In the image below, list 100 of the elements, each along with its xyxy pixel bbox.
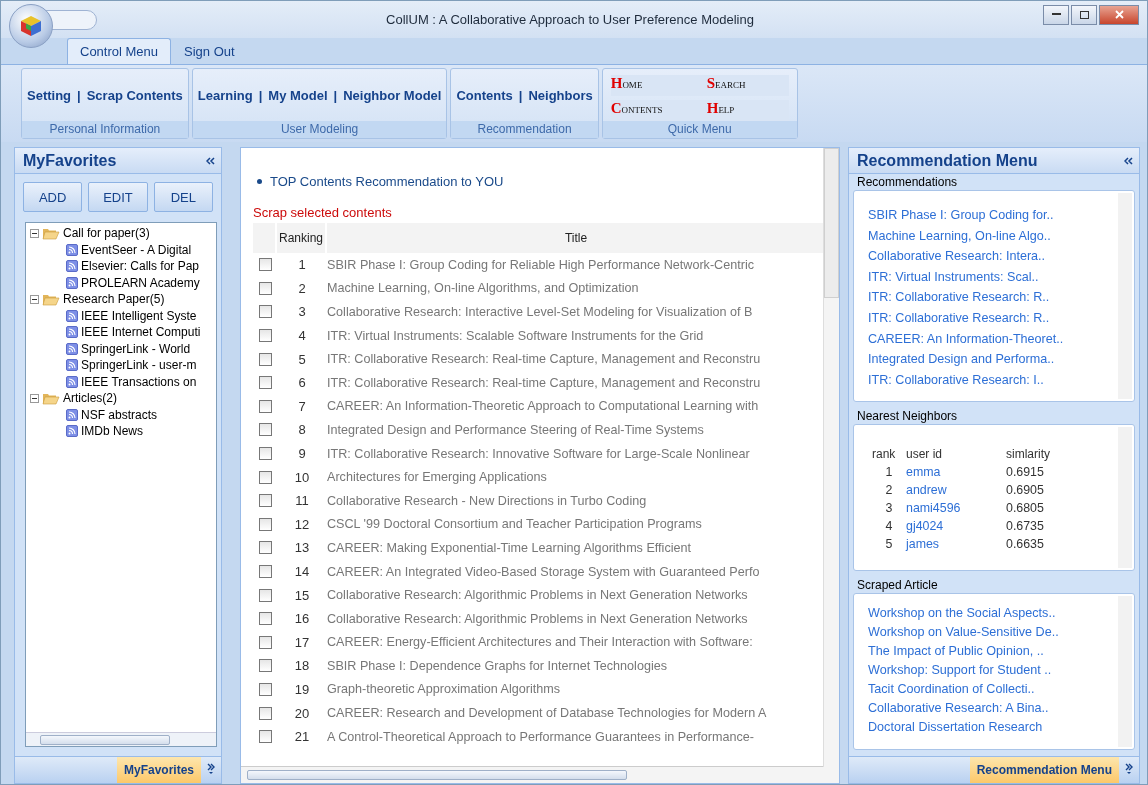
row-checkbox[interactable] [258, 281, 272, 295]
recommendation-link[interactable]: Collaborative Research: Intera.. [868, 246, 1114, 267]
row-checkbox[interactable] [258, 541, 272, 555]
ribbon-link[interactable]: Contents [456, 87, 513, 103]
tree-item[interactable]: EventSeer - A Digital [81, 242, 192, 257]
scraped-link[interactable]: The Impact of Public Opinion, .. [868, 641, 1114, 661]
scraped-link[interactable]: Collaborative Research: A Bina.. [868, 698, 1114, 718]
tree-folder[interactable]: Articles(2) [63, 391, 117, 406]
recommendation-link[interactable]: ITR: Virtual Instruments: Scal.. [868, 266, 1114, 288]
scraped-link[interactable]: Tacit Coordination of Collecti.. [868, 679, 1114, 699]
recommendation-link[interactable]: ITR: Collaborative Research: R.. [868, 287, 1114, 308]
ribbon-link[interactable]: Neighbors [528, 87, 593, 103]
recommendation-link[interactable]: ITR: Collaborative Research: R.. [868, 307, 1114, 329]
recommendation-link[interactable]: Integrated Design and Performa.. [868, 349, 1114, 370]
recommendation-link[interactable]: ITR: Collaborative Research: I.. [868, 369, 1114, 391]
recommendation-link[interactable]: Machine Learning, On-line Algo.. [868, 225, 1114, 247]
horizontal-scrollbar[interactable] [26, 732, 216, 746]
row-checkbox[interactable] [258, 612, 272, 626]
tree-item[interactable]: NSF abstracts [81, 407, 158, 422]
row-checkbox[interactable] [258, 683, 272, 696]
similarity-cell-text: 0.6915 [1006, 464, 1045, 479]
column-header[interactable]: Ranking [277, 223, 327, 253]
title-cell: Architectures for Emerging Applications [327, 470, 547, 485]
row-checkbox[interactable] [258, 659, 272, 673]
tree-item[interactable]: SpringerLink - World [81, 341, 191, 356]
close-button[interactable] [1099, 4, 1139, 25]
menu-tab[interactable]: Control Menu [67, 38, 172, 64]
panel-button[interactable]: EDIT [88, 182, 148, 212]
scraped-link[interactable]: Workshop on the Social Aspects.. [868, 603, 1114, 623]
feed-icon [66, 375, 78, 388]
tree-item[interactable]: PROLEARN Academy [81, 275, 200, 290]
horizontal-scrollbar[interactable] [241, 766, 839, 783]
quick-menu-link[interactable]: Search [706, 75, 789, 96]
tree-item[interactable]: IEEE Transactions on [81, 374, 197, 389]
rank-cell: 1 [298, 257, 306, 273]
row-checkbox[interactable] [258, 305, 272, 319]
row-checkbox[interactable] [258, 423, 272, 437]
user-link[interactable]: nami4596 [906, 500, 1006, 515]
scraped-link[interactable]: Workshop on Value-Sensitive De.. [868, 622, 1114, 642]
row-checkbox[interactable] [258, 706, 272, 720]
panel-footer-tab[interactable]: MyFavorites [116, 757, 201, 783]
row-checkbox[interactable] [258, 494, 272, 508]
row-checkbox[interactable] [258, 730, 272, 744]
recommendation-link[interactable]: SBIR Phase I: Group Coding for.. [868, 205, 1114, 226]
app-logo-icon[interactable] [19, 13, 43, 38]
folder-icon [42, 292, 60, 306]
vertical-scrollbar[interactable] [1118, 595, 1132, 747]
title-cell: CAREER: An Information-Theoretic Approach to Computational Learning with [327, 399, 759, 414]
maximize-button[interactable] [1071, 4, 1097, 25]
column-header[interactable]: Title [327, 223, 825, 253]
row-checkbox[interactable] [258, 470, 272, 484]
vertical-scrollbar[interactable] [823, 148, 839, 767]
quick-menu-link[interactable]: Home [610, 75, 707, 96]
row-checkbox[interactable] [258, 399, 272, 413]
user-link[interactable]: gj4024 [906, 518, 1006, 533]
tree-item[interactable]: Elsevier: Calls for Pap [81, 259, 200, 274]
row-checkbox[interactable] [258, 258, 272, 272]
panel-button[interactable]: ADD [23, 182, 83, 212]
panel-footer-tab[interactable]: Recommendation Menu [969, 757, 1119, 783]
scraped-link[interactable]: Doctoral Dissertation Research [868, 717, 1114, 737]
user-link[interactable]: james [906, 536, 1006, 551]
ribbon-link[interactable]: Scrap Contents [86, 87, 183, 103]
user-link[interactable]: andrew [906, 482, 1006, 497]
row-checkbox[interactable] [258, 447, 272, 461]
ribbon-link[interactable]: Neighbor Model [343, 87, 442, 103]
rank-cell: 5 [298, 351, 306, 367]
tree-item[interactable]: IEEE Internet Computi [81, 325, 201, 340]
app-orb-button[interactable] [9, 3, 53, 48]
menu-tab[interactable]: Sign Out [171, 38, 248, 64]
scraped-link[interactable]: Workshop: Support for Student .. [868, 660, 1114, 680]
ribbon-link[interactable]: Setting [27, 87, 72, 103]
recommendation-link[interactable]: CAREER: An Information-Theoret.. [868, 328, 1114, 350]
feed-icon [66, 359, 78, 372]
user-link[interactable]: emma [906, 464, 1006, 479]
ribbon-link[interactable]: My Model [268, 87, 328, 103]
vertical-scrollbar[interactable] [1118, 426, 1132, 568]
row-checkbox[interactable] [258, 352, 272, 366]
tree-folder[interactable]: Research Paper(5) [63, 292, 165, 307]
tree-item[interactable]: IEEE Intelligent Syste [81, 308, 197, 323]
group-label: Recommendation [451, 121, 598, 138]
feed-icon [66, 408, 78, 421]
panel-button[interactable]: DEL [153, 182, 213, 212]
ribbon-link[interactable]: Learning [197, 87, 253, 103]
row-checkbox[interactable] [258, 517, 272, 531]
scrap-link[interactable]: Scrap selected contents [253, 205, 392, 220]
row-checkbox[interactable] [258, 588, 272, 602]
tree-folder[interactable]: Call for paper(3) [63, 226, 150, 241]
collapse-icon[interactable] [30, 294, 39, 304]
rank-cell: 15 [294, 587, 310, 603]
tree-item[interactable]: SpringerLink - user-m [81, 358, 197, 373]
collapse-icon[interactable] [30, 228, 39, 238]
row-checkbox[interactable] [258, 565, 272, 578]
minimize-button[interactable] [1043, 4, 1069, 25]
rank-cell: 14 [294, 564, 310, 579]
row-checkbox[interactable] [258, 376, 272, 390]
row-checkbox[interactable] [258, 329, 272, 343]
collapse-icon[interactable] [30, 393, 39, 403]
tree-item[interactable]: IMDb News [81, 424, 143, 439]
row-checkbox[interactable] [258, 635, 272, 649]
vertical-scrollbar[interactable] [1118, 193, 1132, 399]
